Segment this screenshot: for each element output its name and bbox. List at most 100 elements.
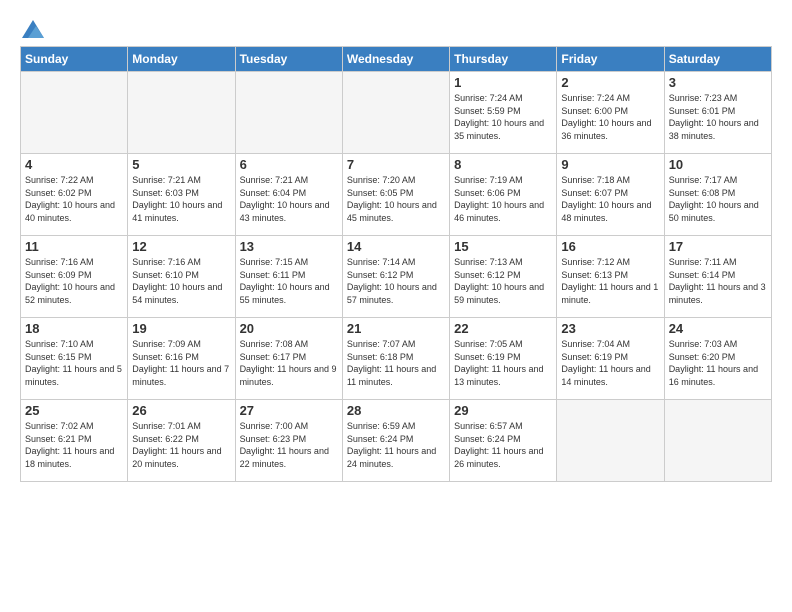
calendar-cell: 25 Sunrise: 7:02 AMSunset: 6:21 PMDayligh…: [21, 400, 128, 482]
day-info: Sunrise: 7:24 AMSunset: 6:00 PMDaylight:…: [561, 92, 659, 142]
day-number: 8: [454, 157, 552, 172]
day-info: Sunrise: 7:00 AMSunset: 6:23 PMDaylight:…: [240, 420, 338, 470]
day-number: 15: [454, 239, 552, 254]
calendar-cell: 18 Sunrise: 7:10 AMSunset: 6:15 PMDayligh…: [21, 318, 128, 400]
calendar-cell: 19 Sunrise: 7:09 AMSunset: 6:16 PMDayligh…: [128, 318, 235, 400]
day-number: 24: [669, 321, 767, 336]
day-number: 5: [132, 157, 230, 172]
day-info: Sunrise: 7:22 AMSunset: 6:02 PMDaylight:…: [25, 174, 123, 224]
day-number: 10: [669, 157, 767, 172]
day-number: 3: [669, 75, 767, 90]
day-number: 28: [347, 403, 445, 418]
calendar-cell: 5Sunrise: 7:21 AMSunset: 6:03 PMDaylight…: [128, 154, 235, 236]
calendar-cell: 11 Sunrise: 7:16 AMSunset: 6:09 PMDayligh…: [21, 236, 128, 318]
calendar-cell: 29Sunrise: 6:57 AMSunset: 6:24 PMDayligh…: [450, 400, 557, 482]
day-number: 12: [132, 239, 230, 254]
calendar-cell: 7Sunrise: 7:20 AMSunset: 6:05 PMDaylight…: [342, 154, 449, 236]
calendar-cell: 8 Sunrise: 7:19 AMSunset: 6:06 PMDaylight…: [450, 154, 557, 236]
calendar-cell: 10 Sunrise: 7:17 AMSunset: 6:08 PMDayligh…: [664, 154, 771, 236]
day-number: 22: [454, 321, 552, 336]
day-number: 2: [561, 75, 659, 90]
calendar-cell: [557, 400, 664, 482]
day-info: Sunrise: 7:08 AMSunset: 6:17 PMDaylight:…: [240, 338, 338, 388]
weekday-header-sunday: Sunday: [21, 47, 128, 72]
day-number: 19: [132, 321, 230, 336]
day-number: 29: [454, 403, 552, 418]
calendar-cell: 26 Sunrise: 7:01 AMSunset: 6:22 PMDayligh…: [128, 400, 235, 482]
day-info: Sunrise: 7:03 AMSunset: 6:20 PMDaylight:…: [669, 338, 767, 388]
calendar-cell: 23 Sunrise: 7:04 AMSunset: 6:19 PMDayligh…: [557, 318, 664, 400]
weekday-header-saturday: Saturday: [664, 47, 771, 72]
day-number: 14: [347, 239, 445, 254]
day-info: Sunrise: 7:24 AMSunset: 5:59 PMDaylight:…: [454, 92, 552, 142]
day-number: 20: [240, 321, 338, 336]
day-info: Sunrise: 7:16 AMSunset: 6:10 PMDaylight:…: [132, 256, 230, 306]
weekday-header-tuesday: Tuesday: [235, 47, 342, 72]
logo-icon: [22, 20, 44, 38]
day-info: Sunrise: 7:20 AMSunset: 6:05 PMDaylight:…: [347, 174, 445, 224]
calendar-cell: [342, 72, 449, 154]
week-row-1: 1 Sunrise: 7:24 AMSunset: 5:59 PMDaylight…: [21, 72, 772, 154]
calendar-cell: [235, 72, 342, 154]
day-number: 9: [561, 157, 659, 172]
day-number: 16: [561, 239, 659, 254]
calendar-cell: 12 Sunrise: 7:16 AMSunset: 6:10 PMDayligh…: [128, 236, 235, 318]
day-info: Sunrise: 7:04 AMSunset: 6:19 PMDaylight:…: [561, 338, 659, 388]
weekday-header-monday: Monday: [128, 47, 235, 72]
day-info: Sunrise: 7:19 AMSunset: 6:06 PMDaylight:…: [454, 174, 552, 224]
calendar-cell: 4 Sunrise: 7:22 AMSunset: 6:02 PMDaylight…: [21, 154, 128, 236]
calendar-cell: 17 Sunrise: 7:11 AMSunset: 6:14 PMDayligh…: [664, 236, 771, 318]
day-info: Sunrise: 7:11 AMSunset: 6:14 PMDaylight:…: [669, 256, 767, 306]
logo: [20, 20, 44, 38]
calendar: SundayMondayTuesdayWednesdayThursdayFrid…: [20, 46, 772, 482]
day-number: 21: [347, 321, 445, 336]
day-number: 11: [25, 239, 123, 254]
calendar-cell: 1 Sunrise: 7:24 AMSunset: 5:59 PMDaylight…: [450, 72, 557, 154]
day-number: 17: [669, 239, 767, 254]
day-info: Sunrise: 7:07 AMSunset: 6:18 PMDaylight:…: [347, 338, 445, 388]
day-info: Sunrise: 7:13 AMSunset: 6:12 PMDaylight:…: [454, 256, 552, 306]
day-number: 1: [454, 75, 552, 90]
page-container: SundayMondayTuesdayWednesdayThursdayFrid…: [0, 0, 792, 492]
calendar-cell: 22 Sunrise: 7:05 AMSunset: 6:19 PMDayligh…: [450, 318, 557, 400]
weekday-header-row: SundayMondayTuesdayWednesdayThursdayFrid…: [21, 47, 772, 72]
day-info: Sunrise: 7:16 AMSunset: 6:09 PMDaylight:…: [25, 256, 123, 306]
day-info: Sunrise: 7:15 AMSunset: 6:11 PMDaylight:…: [240, 256, 338, 306]
calendar-cell: 27 Sunrise: 7:00 AMSunset: 6:23 PMDayligh…: [235, 400, 342, 482]
week-row-3: 11 Sunrise: 7:16 AMSunset: 6:09 PMDayligh…: [21, 236, 772, 318]
calendar-cell: 3Sunrise: 7:23 AMSunset: 6:01 PMDaylight…: [664, 72, 771, 154]
calendar-cell: 14 Sunrise: 7:14 AMSunset: 6:12 PMDayligh…: [342, 236, 449, 318]
day-info: Sunrise: 7:05 AMSunset: 6:19 PMDaylight:…: [454, 338, 552, 388]
week-row-4: 18 Sunrise: 7:10 AMSunset: 6:15 PMDayligh…: [21, 318, 772, 400]
calendar-cell: 16Sunrise: 7:12 AMSunset: 6:13 PMDayligh…: [557, 236, 664, 318]
day-info: Sunrise: 7:21 AMSunset: 6:04 PMDaylight:…: [240, 174, 338, 224]
day-number: 18: [25, 321, 123, 336]
calendar-cell: 21 Sunrise: 7:07 AMSunset: 6:18 PMDayligh…: [342, 318, 449, 400]
calendar-cell: 9 Sunrise: 7:18 AMSunset: 6:07 PMDaylight…: [557, 154, 664, 236]
day-info: Sunrise: 7:14 AMSunset: 6:12 PMDaylight:…: [347, 256, 445, 306]
week-row-5: 25 Sunrise: 7:02 AMSunset: 6:21 PMDayligh…: [21, 400, 772, 482]
calendar-cell: [664, 400, 771, 482]
day-number: 26: [132, 403, 230, 418]
calendar-cell: 20 Sunrise: 7:08 AMSunset: 6:17 PMDayligh…: [235, 318, 342, 400]
day-info: Sunrise: 6:59 AMSunset: 6:24 PMDaylight:…: [347, 420, 445, 470]
calendar-cell: 6 Sunrise: 7:21 AMSunset: 6:04 PMDaylight…: [235, 154, 342, 236]
day-number: 23: [561, 321, 659, 336]
day-info: Sunrise: 7:01 AMSunset: 6:22 PMDaylight:…: [132, 420, 230, 470]
calendar-cell: 15 Sunrise: 7:13 AMSunset: 6:12 PMDayligh…: [450, 236, 557, 318]
day-info: Sunrise: 7:17 AMSunset: 6:08 PMDaylight:…: [669, 174, 767, 224]
day-info: Sunrise: 7:18 AMSunset: 6:07 PMDaylight:…: [561, 174, 659, 224]
day-number: 27: [240, 403, 338, 418]
calendar-cell: [21, 72, 128, 154]
day-number: 6: [240, 157, 338, 172]
weekday-header-wednesday: Wednesday: [342, 47, 449, 72]
day-info: Sunrise: 7:10 AMSunset: 6:15 PMDaylight:…: [25, 338, 123, 388]
day-info: Sunrise: 7:09 AMSunset: 6:16 PMDaylight:…: [132, 338, 230, 388]
calendar-cell: [128, 72, 235, 154]
weekday-header-friday: Friday: [557, 47, 664, 72]
weekday-header-thursday: Thursday: [450, 47, 557, 72]
day-info: Sunrise: 7:02 AMSunset: 6:21 PMDaylight:…: [25, 420, 123, 470]
day-number: 4: [25, 157, 123, 172]
header: [20, 16, 772, 38]
day-number: 25: [25, 403, 123, 418]
